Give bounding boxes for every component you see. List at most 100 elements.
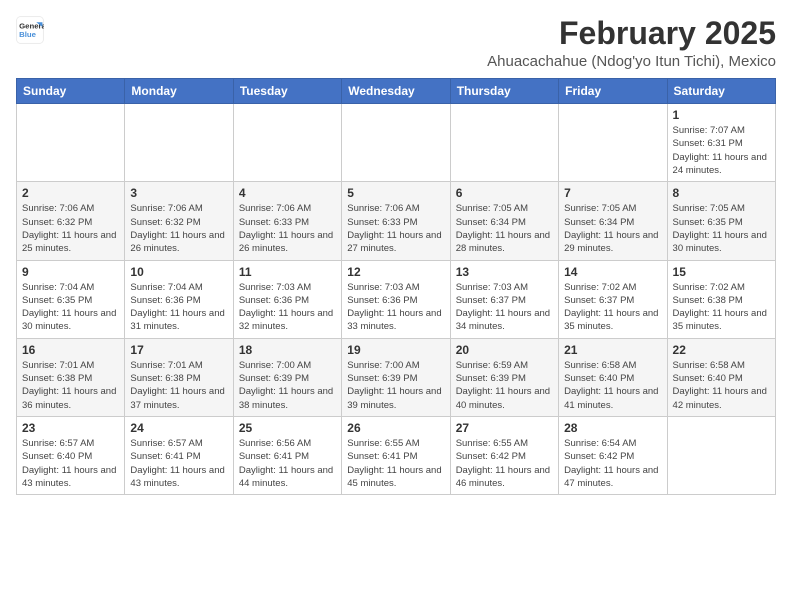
day-info: Sunrise: 7:00 AM Sunset: 6:39 PM Dayligh… (239, 359, 336, 412)
calendar-cell: 20 Sunrise: 6:59 AM Sunset: 6:39 PM Dayli… (450, 338, 558, 416)
day-info: Sunrise: 6:57 AM Sunset: 6:40 PM Dayligh… (22, 437, 119, 490)
day-number: 14 (564, 265, 661, 279)
header: General Blue February 2025 Ahuacachahue … (16, 16, 776, 70)
day-info: Sunrise: 7:03 AM Sunset: 6:36 PM Dayligh… (239, 281, 336, 334)
svg-text:Blue: Blue (19, 30, 37, 39)
logo: General Blue (16, 16, 44, 44)
calendar-cell: 5Sunrise: 7:06 AM Sunset: 6:33 PM Daylig… (342, 182, 450, 260)
calendar-cell: 7 Sunrise: 7:05 AM Sunset: 6:34 PM Daylig… (559, 182, 667, 260)
day-number: 23 (22, 421, 119, 435)
calendar-cell: 28 Sunrise: 6:54 AM Sunset: 6:42 PM Dayli… (559, 416, 667, 494)
calendar-cell: 18 Sunrise: 7:00 AM Sunset: 6:39 PM Dayli… (233, 338, 341, 416)
calendar-cell: 21Sunrise: 6:58 AM Sunset: 6:40 PM Dayli… (559, 338, 667, 416)
day-number: 7 (564, 186, 661, 200)
calendar-cell (667, 416, 775, 494)
day-info: Sunrise: 7:01 AM Sunset: 6:38 PM Dayligh… (130, 359, 227, 412)
calendar-cell: 25 Sunrise: 6:56 AM Sunset: 6:41 PM Dayli… (233, 416, 341, 494)
day-info: Sunrise: 7:02 AM Sunset: 6:38 PM Dayligh… (673, 281, 770, 334)
day-info: Sunrise: 7:04 AM Sunset: 6:35 PM Dayligh… (22, 281, 119, 334)
calendar-header-thursday: Thursday (450, 79, 558, 104)
day-info: Sunrise: 7:06 AM Sunset: 6:32 PM Dayligh… (130, 202, 227, 255)
calendar-cell: 12Sunrise: 7:03 AM Sunset: 6:36 PM Dayli… (342, 260, 450, 338)
day-number: 13 (456, 265, 553, 279)
month-title: February 2025 (487, 16, 776, 51)
day-info: Sunrise: 7:05 AM Sunset: 6:34 PM Dayligh… (564, 202, 661, 255)
calendar-header-sunday: Sunday (17, 79, 125, 104)
day-number: 12 (347, 265, 444, 279)
calendar-cell: 15 Sunrise: 7:02 AM Sunset: 6:38 PM Dayli… (667, 260, 775, 338)
calendar-cell: 27 Sunrise: 6:55 AM Sunset: 6:42 PM Dayli… (450, 416, 558, 494)
calendar-cell (450, 104, 558, 182)
calendar-header-wednesday: Wednesday (342, 79, 450, 104)
day-info: Sunrise: 7:04 AM Sunset: 6:36 PM Dayligh… (130, 281, 227, 334)
day-number: 22 (673, 343, 770, 357)
day-number: 6 (456, 186, 553, 200)
day-info: Sunrise: 7:05 AM Sunset: 6:34 PM Dayligh… (456, 202, 553, 255)
calendar-week-1: 2 Sunrise: 7:06 AM Sunset: 6:32 PM Daylig… (17, 182, 776, 260)
day-number: 16 (22, 343, 119, 357)
day-number: 5 (347, 186, 444, 200)
day-info: Sunrise: 7:03 AM Sunset: 6:37 PM Dayligh… (456, 281, 553, 334)
calendar-cell (342, 104, 450, 182)
calendar-cell (125, 104, 233, 182)
calendar-cell: 16Sunrise: 7:01 AM Sunset: 6:38 PM Dayli… (17, 338, 125, 416)
calendar-week-4: 23 Sunrise: 6:57 AM Sunset: 6:40 PM Dayli… (17, 416, 776, 494)
calendar-cell: 23 Sunrise: 6:57 AM Sunset: 6:40 PM Dayli… (17, 416, 125, 494)
day-info: Sunrise: 6:54 AM Sunset: 6:42 PM Dayligh… (564, 437, 661, 490)
day-number: 17 (130, 343, 227, 357)
calendar-cell: 26 Sunrise: 6:55 AM Sunset: 6:41 PM Dayli… (342, 416, 450, 494)
day-number: 27 (456, 421, 553, 435)
day-info: Sunrise: 6:58 AM Sunset: 6:40 PM Dayligh… (673, 359, 770, 412)
day-number: 25 (239, 421, 336, 435)
day-number: 28 (564, 421, 661, 435)
day-info: Sunrise: 6:58 AM Sunset: 6:40 PM Dayligh… (564, 359, 661, 412)
day-number: 9 (22, 265, 119, 279)
calendar-cell: 11Sunrise: 7:03 AM Sunset: 6:36 PM Dayli… (233, 260, 341, 338)
day-number: 18 (239, 343, 336, 357)
day-info: Sunrise: 7:02 AM Sunset: 6:37 PM Dayligh… (564, 281, 661, 334)
day-number: 20 (456, 343, 553, 357)
calendar-cell: 10Sunrise: 7:04 AM Sunset: 6:36 PM Dayli… (125, 260, 233, 338)
day-number: 8 (673, 186, 770, 200)
calendar-cell (17, 104, 125, 182)
calendar-cell (233, 104, 341, 182)
day-info: Sunrise: 6:55 AM Sunset: 6:41 PM Dayligh… (347, 437, 444, 490)
calendar-cell: 4 Sunrise: 7:06 AM Sunset: 6:33 PM Daylig… (233, 182, 341, 260)
day-info: Sunrise: 6:59 AM Sunset: 6:39 PM Dayligh… (456, 359, 553, 412)
day-info: Sunrise: 7:00 AM Sunset: 6:39 PM Dayligh… (347, 359, 444, 412)
calendar-header-row: SundayMondayTuesdayWednesdayThursdayFrid… (17, 79, 776, 104)
calendar-cell: 22 Sunrise: 6:58 AM Sunset: 6:40 PM Dayli… (667, 338, 775, 416)
calendar-header-tuesday: Tuesday (233, 79, 341, 104)
calendar-cell: 13 Sunrise: 7:03 AM Sunset: 6:37 PM Dayli… (450, 260, 558, 338)
title-area: February 2025 Ahuacachahue (Ndog'yo Itun… (487, 16, 776, 70)
day-number: 24 (130, 421, 227, 435)
calendar-header-monday: Monday (125, 79, 233, 104)
logo-icon: General Blue (16, 16, 44, 44)
day-info: Sunrise: 6:57 AM Sunset: 6:41 PM Dayligh… (130, 437, 227, 490)
day-number: 26 (347, 421, 444, 435)
day-number: 1 (673, 108, 770, 122)
day-info: Sunrise: 7:07 AM Sunset: 6:31 PM Dayligh… (673, 124, 770, 177)
day-number: 3 (130, 186, 227, 200)
calendar-header-friday: Friday (559, 79, 667, 104)
calendar-cell: 9 Sunrise: 7:04 AM Sunset: 6:35 PM Daylig… (17, 260, 125, 338)
day-number: 19 (347, 343, 444, 357)
calendar-week-0: 1 Sunrise: 7:07 AM Sunset: 6:31 PM Daylig… (17, 104, 776, 182)
day-info: Sunrise: 6:55 AM Sunset: 6:42 PM Dayligh… (456, 437, 553, 490)
calendar-cell: 19 Sunrise: 7:00 AM Sunset: 6:39 PM Dayli… (342, 338, 450, 416)
calendar-cell: 1 Sunrise: 7:07 AM Sunset: 6:31 PM Daylig… (667, 104, 775, 182)
calendar-header-saturday: Saturday (667, 79, 775, 104)
day-info: Sunrise: 7:06 AM Sunset: 6:32 PM Dayligh… (22, 202, 119, 255)
calendar-cell: 17 Sunrise: 7:01 AM Sunset: 6:38 PM Dayli… (125, 338, 233, 416)
calendar-cell: 3 Sunrise: 7:06 AM Sunset: 6:32 PM Daylig… (125, 182, 233, 260)
calendar-cell: 24 Sunrise: 6:57 AM Sunset: 6:41 PM Dayli… (125, 416, 233, 494)
day-info: Sunrise: 7:06 AM Sunset: 6:33 PM Dayligh… (239, 202, 336, 255)
calendar-cell (559, 104, 667, 182)
calendar-cell: 14 Sunrise: 7:02 AM Sunset: 6:37 PM Dayli… (559, 260, 667, 338)
day-number: 2 (22, 186, 119, 200)
calendar-cell: 8Sunrise: 7:05 AM Sunset: 6:35 PM Daylig… (667, 182, 775, 260)
day-info: Sunrise: 6:56 AM Sunset: 6:41 PM Dayligh… (239, 437, 336, 490)
calendar-week-3: 16 Sunrise: 7:01 AM Sunset: 6:38 PM Dayli… (17, 338, 776, 416)
day-number: 15 (673, 265, 770, 279)
day-number: 4 (239, 186, 336, 200)
